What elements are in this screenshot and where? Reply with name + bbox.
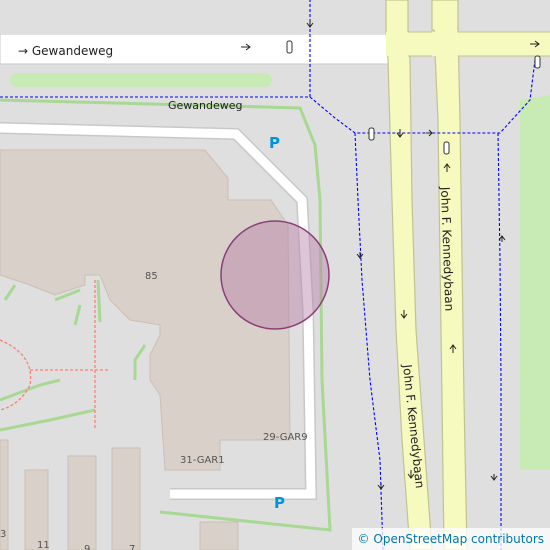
grass-strip-middle (10, 73, 272, 87)
map-canvas: → Gewandeweg Gewandeweg John F. Kennedyb… (0, 0, 550, 550)
house-number-9: 9 (84, 544, 90, 550)
house-number-31-gar1: 31-GAR1 (180, 455, 225, 466)
copyright-symbol: © (357, 532, 370, 546)
location-marker-circle[interactable] (220, 220, 330, 330)
house-number-11: 11 (37, 540, 50, 550)
grass-area-right (520, 95, 550, 470)
street-label-gewandeweg: Gewandeweg (168, 99, 243, 112)
house-number-29-gar9: 29-GAR9 (263, 432, 308, 443)
road-crossing[interactable] (386, 32, 550, 56)
house-number-7: 7 (129, 544, 135, 550)
road-gap-top (0, 8, 390, 34)
building-small-bottom (199, 521, 239, 550)
building-house-9 (67, 455, 97, 550)
grass-edge-left-2 (96, 279, 102, 323)
parking-icon-top: P (269, 134, 280, 152)
parking-icon-bottom: P (274, 494, 285, 512)
house-number-3: 3 (0, 529, 6, 540)
attribution: © OpenStreetMap contributors (351, 528, 550, 550)
attribution-link[interactable]: OpenStreetMap contributors (373, 532, 544, 546)
building-house-7 (111, 447, 141, 550)
street-label-gewandeweg-oneway: → Gewandeweg (18, 44, 113, 58)
building-house-11 (24, 469, 49, 550)
house-number-85: 85 (145, 271, 158, 282)
map-view[interactable]: → Gewandeweg Gewandeweg John F. Kennedyb… (0, 0, 550, 550)
